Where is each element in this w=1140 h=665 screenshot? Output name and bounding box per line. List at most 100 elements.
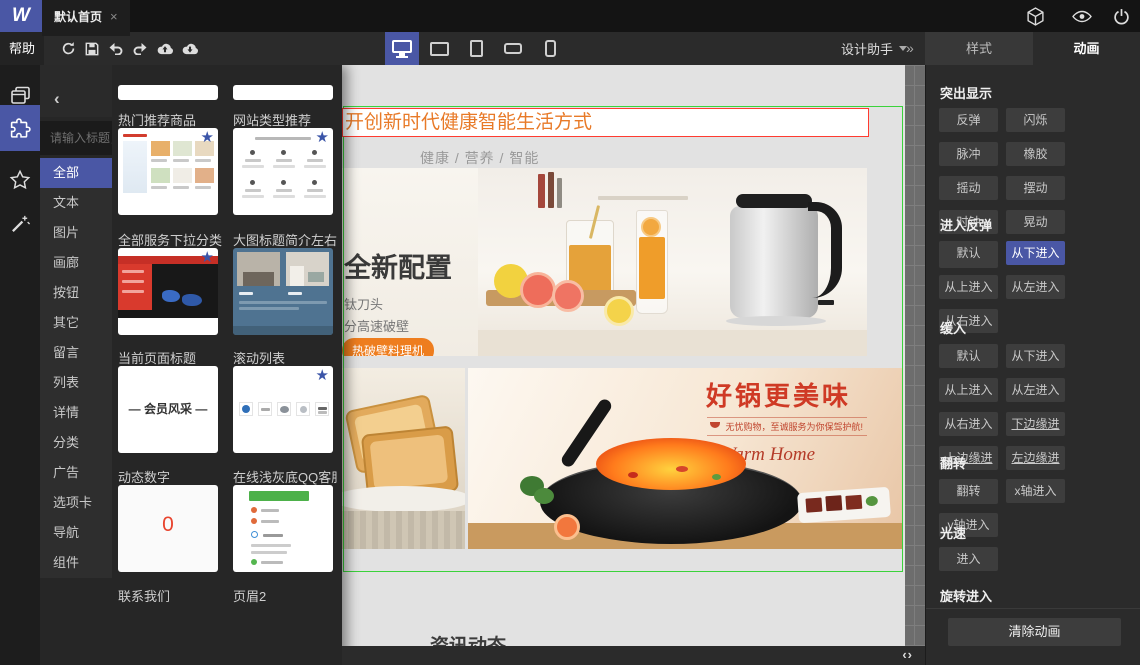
- food-image: [195, 168, 214, 183]
- anim-button[interactable]: 晃动: [1006, 210, 1065, 234]
- anim-button[interactable]: 从右进入: [939, 412, 998, 436]
- category-item[interactable]: 按钮: [40, 278, 112, 308]
- category-item[interactable]: 其它: [40, 308, 112, 338]
- plugin-thumb-dynamic-number[interactable]: 0: [118, 485, 218, 572]
- power-icon[interactable]: [1110, 7, 1132, 25]
- favorite-star-icon[interactable]: ★: [316, 130, 329, 145]
- device-phone-landscape-button[interactable]: [496, 32, 530, 65]
- anim-button[interactable]: 从左进入: [1006, 275, 1065, 299]
- page-title-element[interactable]: 开创新时代健康智能生活方式: [342, 108, 869, 137]
- refresh-icon[interactable]: [58, 40, 78, 57]
- favorites-star-icon[interactable]: [0, 160, 40, 200]
- category-item[interactable]: 文本: [40, 188, 112, 218]
- favorite-star-icon[interactable]: ★: [201, 250, 214, 265]
- favorite-star-icon[interactable]: ★: [201, 130, 214, 145]
- device-tablet-portrait-button[interactable]: [459, 32, 493, 65]
- anim-button[interactable]: 进入: [939, 547, 998, 571]
- page-tab[interactable]: 默认首页 ×: [42, 0, 130, 36]
- section-title-flip: 翻转: [940, 456, 967, 471]
- meat-plate: [797, 486, 891, 524]
- anim-button[interactable]: 下边缘进: [1006, 412, 1065, 436]
- category-item[interactable]: 导航: [40, 518, 112, 548]
- anim-button-selected[interactable]: 从下进入: [1006, 241, 1065, 265]
- anim-button[interactable]: 默认: [939, 241, 998, 265]
- preview-eye-icon[interactable]: [1071, 7, 1093, 25]
- device-phone-portrait-button[interactable]: [533, 32, 567, 65]
- components-cube-icon[interactable]: [1024, 6, 1046, 26]
- canvas-scroll-ruler[interactable]: [905, 65, 925, 665]
- page-title-text: 开创新时代健康智能生活方式: [345, 112, 593, 133]
- code-view-icon[interactable]: ‹›: [902, 647, 913, 662]
- undo-icon[interactable]: [106, 40, 126, 57]
- anim-button[interactable]: 摆动: [1006, 176, 1065, 200]
- slider-footer: [233, 326, 333, 335]
- tab-style[interactable]: 样式: [925, 32, 1033, 65]
- design-canvas[interactable]: 开创新时代健康智能生活方式 健康 / 营养 / 智能 全新配置 钛刀头 分高速破…: [342, 65, 905, 665]
- help-button[interactable]: 帮助: [0, 32, 44, 65]
- device-desktop-button[interactable]: [385, 32, 419, 65]
- anim-button[interactable]: 从下进入: [1006, 344, 1065, 368]
- plugins-puzzle-icon[interactable]: [0, 105, 40, 151]
- save-icon[interactable]: [82, 40, 102, 57]
- category-item[interactable]: 广告: [40, 458, 112, 488]
- design-assistant-label: 设计助手: [841, 42, 894, 57]
- anim-button[interactable]: 从上进入: [939, 378, 998, 402]
- tab-close-icon[interactable]: ×: [110, 9, 118, 24]
- app-logo[interactable]: W: [0, 0, 42, 32]
- anim-button[interactable]: 反弹: [939, 108, 998, 132]
- plugin-thumb-page-title[interactable]: — 会员风采 —: [118, 366, 218, 453]
- light-speed-buttons: 进入: [939, 547, 1139, 581]
- anim-button[interactable]: x轴进入: [1006, 479, 1065, 503]
- favorite-star-icon[interactable]: ★: [316, 368, 329, 383]
- anim-button[interactable]: 摇动: [939, 176, 998, 200]
- anim-button[interactable]: 闪烁: [1006, 108, 1065, 132]
- plugin-label: 动态数字: [118, 470, 171, 485]
- anim-button[interactable]: 从左进入: [1006, 378, 1065, 402]
- anim-button[interactable]: 左边缘进: [1006, 446, 1065, 470]
- category-item[interactable]: 详情: [40, 398, 112, 428]
- logo-box: [239, 402, 253, 416]
- design-assistant-dropdown[interactable]: 设计助手: [841, 32, 908, 65]
- plugin-thumb-site-types[interactable]: ★: [233, 128, 333, 215]
- plate: [342, 486, 465, 512]
- device-tablet-landscape-button[interactable]: [422, 32, 456, 65]
- logo-box: [258, 402, 272, 416]
- category-item[interactable]: 组件: [40, 548, 112, 578]
- hero-button[interactable]: 热破壁料理机: [342, 338, 435, 356]
- logo-box: [277, 402, 291, 416]
- redo-icon[interactable]: [130, 40, 150, 57]
- hero-section[interactable]: 全新配置 钛刀头 分高速破壁 热破壁料理机: [342, 168, 867, 356]
- clear-animation-button[interactable]: 清除动画: [948, 618, 1121, 646]
- plugin-thumb-scroll-list[interactable]: ★: [233, 366, 333, 453]
- anim-button[interactable]: 脉冲: [939, 142, 998, 166]
- plugin-thumb-partial[interactable]: [233, 85, 333, 100]
- collapse-panel-arrows[interactable]: »: [906, 32, 914, 65]
- category-item[interactable]: 画廊: [40, 248, 112, 278]
- plugin-label: 热门推荐商品: [118, 113, 197, 128]
- magic-wand-icon[interactable]: [0, 203, 40, 243]
- kettle-photo: [478, 168, 867, 356]
- category-item-all[interactable]: 全部: [40, 158, 112, 188]
- banner-section[interactable]: 好锅更美味 无忧购物，至诚服务为你保驾护航! Warm Home: [342, 368, 903, 549]
- anim-button[interactable]: 从上进入: [939, 275, 998, 299]
- tab-animation[interactable]: 动画: [1033, 32, 1140, 65]
- cloud-upload-icon[interactable]: [155, 40, 175, 57]
- plugin-thumb-big-image-slider[interactable]: [233, 248, 333, 335]
- cloud-download-icon[interactable]: [180, 40, 200, 57]
- plugin-thumb-dropdown-category[interactable]: ★: [118, 248, 218, 335]
- room-photo: [237, 252, 280, 286]
- wok-banner-title: 好锅更美味: [705, 381, 851, 411]
- plugin-thumb-hot-products[interactable]: ★: [118, 128, 218, 215]
- anim-button[interactable]: 默认: [939, 344, 998, 368]
- food-image: [173, 168, 192, 183]
- plugin-thumb-qq-service[interactable]: [233, 485, 333, 572]
- category-item[interactable]: 选项卡: [40, 488, 112, 518]
- page-subtitle[interactable]: 健康 / 营养 / 智能: [420, 148, 539, 168]
- anim-button[interactable]: 翻转: [939, 479, 998, 503]
- plugin-thumb-partial[interactable]: [118, 85, 218, 100]
- category-item[interactable]: 留言: [40, 338, 112, 368]
- category-item[interactable]: 图片: [40, 218, 112, 248]
- anim-button[interactable]: 橡胶: [1006, 142, 1065, 166]
- category-item[interactable]: 分类: [40, 428, 112, 458]
- category-item[interactable]: 列表: [40, 368, 112, 398]
